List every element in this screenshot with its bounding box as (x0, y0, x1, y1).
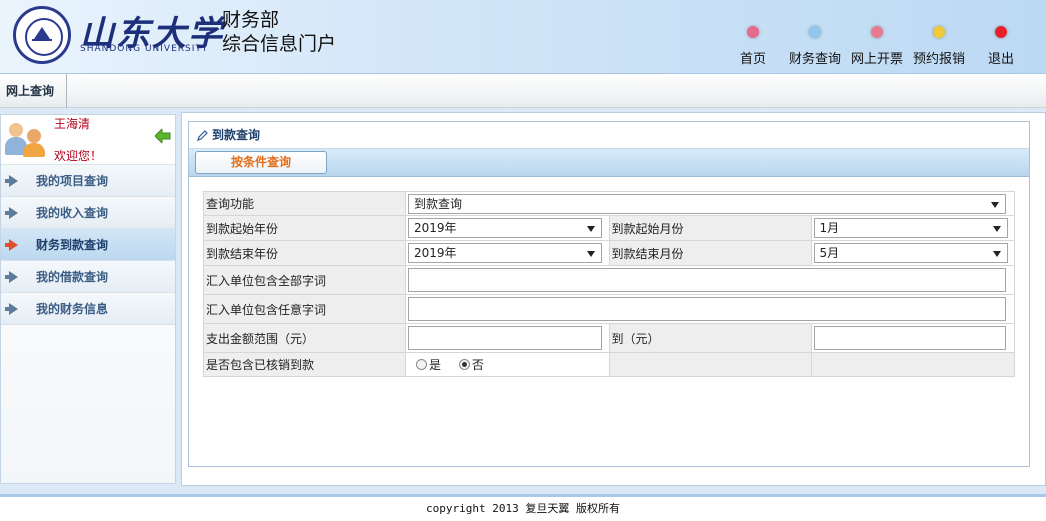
sidebar-item-label: 我的收入查询 (36, 206, 109, 220)
nav-dot-icon (933, 26, 945, 38)
nav-finance-query[interactable]: 财务查询 (784, 22, 846, 67)
start-year-select[interactable]: 2019年 (408, 218, 602, 238)
system-title: 财务部 综合信息门户 (222, 8, 336, 56)
panel-title-text: 到款查询 (212, 128, 261, 142)
nav-label: 网上开票 (850, 52, 903, 67)
radio-yes[interactable] (416, 359, 427, 370)
arrow-right-icon (5, 271, 18, 283)
amount-to-label: 到（元） (608, 323, 812, 353)
end-year-select[interactable]: 2019年 (408, 243, 602, 263)
top-navigation: 首页 财务查询 网上开票 预约报销 退出 (722, 22, 1032, 67)
all-keywords-label: 汇入单位包含全部字词 (203, 265, 406, 295)
panel-title: 到款查询 (189, 122, 1029, 149)
nav-label: 预约报销 (912, 52, 965, 67)
sidebar-item-label: 财务到款查询 (36, 238, 109, 252)
arrow-right-icon (5, 239, 18, 251)
end-year-label: 到款结束年份 (203, 240, 406, 266)
arrow-right-icon (5, 303, 18, 315)
nav-dot-icon (747, 26, 759, 38)
condition-bar: 按条件查询 (189, 149, 1029, 177)
radio-yes-label: 是 (429, 358, 442, 372)
sidebar-item-label: 我的借款查询 (36, 270, 109, 284)
select-value: 1月 (819, 221, 840, 235)
footer: copyright 2013 复旦天翼 版权所有 (0, 494, 1046, 521)
radio-no-label: 否 (471, 358, 484, 372)
caret-down-icon (587, 251, 595, 257)
caret-down-icon (992, 226, 1001, 232)
any-keywords-input[interactable] (408, 297, 1006, 321)
copyright-text: copyright 2013 复旦天翼 版权所有 (426, 502, 620, 515)
nav-dot-icon (871, 26, 883, 38)
tab-bar: 网上查询 (0, 74, 1046, 108)
header: 山东大学 SHANDONG UNIVERSITY 财务部 综合信息门户 首页 财… (0, 0, 1046, 74)
all-keywords-input[interactable] (408, 268, 1006, 292)
start-month-label: 到款起始月份 (608, 215, 812, 241)
amount-max-input[interactable] (813, 326, 1006, 350)
sidebar-item-project-query[interactable]: 我的项目查询 (1, 165, 175, 197)
pencil-icon (197, 130, 208, 141)
query-function-label: 查询功能 (203, 191, 406, 216)
nav-label: 财务查询 (788, 52, 841, 67)
query-panel: 到款查询 按条件查询 查询功能 到款查询 到款起始年份 2019年 到款起始月份… (188, 121, 1030, 467)
select-value: 5月 (819, 246, 840, 260)
select-value: 到款查询 (414, 196, 463, 211)
select-value: 2019年 (414, 246, 457, 260)
nav-reimbursement-booking[interactable]: 预约报销 (908, 22, 970, 67)
nav-label: 退出 (987, 52, 1014, 67)
arrow-right-icon (5, 207, 18, 219)
system-title-line1: 财务部 (222, 9, 280, 31)
caret-down-icon (587, 226, 595, 232)
query-function-select[interactable]: 到款查询 (408, 193, 1006, 214)
sidebar-item-finance-info[interactable]: 我的财务信息 (1, 293, 175, 325)
university-name-en: SHANDONG UNIVERSITY (80, 44, 209, 54)
system-title-line2: 综合信息门户 (222, 33, 337, 55)
users-avatar-icon (5, 121, 47, 157)
welcome-text: 欢迎您！ (54, 149, 103, 163)
user-name: 王海清 (54, 117, 91, 131)
caret-down-icon (991, 201, 999, 208)
sidebar: 王海清 欢迎您！ 我的项目查询 我的收入查询 财务到款查询 我的借款查询 我的财… (0, 114, 176, 484)
nav-label: 首页 (739, 52, 766, 67)
end-month-select[interactable]: 5月 (813, 243, 1008, 263)
tab-online-query[interactable]: 网上查询 (0, 74, 68, 108)
sidebar-item-payment-received-query[interactable]: 财务到款查询 (1, 229, 175, 261)
query-by-condition-button[interactable]: 按条件查询 (195, 151, 327, 174)
arrow-right-icon (5, 175, 18, 187)
arrow-left-icon[interactable] (155, 129, 171, 143)
sidebar-item-label: 我的项目查询 (36, 174, 109, 188)
sidebar-item-label: 我的财务信息 (36, 302, 109, 316)
nav-online-invoice[interactable]: 网上开票 (846, 22, 908, 67)
main-content: 到款查询 按条件查询 查询功能 到款查询 到款起始年份 2019年 到款起始月份… (181, 112, 1046, 486)
end-month-label: 到款结束月份 (608, 240, 812, 266)
nav-dot-icon (809, 26, 821, 38)
user-info: 王海清 欢迎您！ (1, 115, 175, 165)
include-written-off-label: 是否包含已核销到款 (203, 352, 406, 377)
any-keywords-label: 汇入单位包含任意字词 (203, 294, 406, 324)
start-year-label: 到款起始年份 (203, 215, 406, 241)
university-seal-logo (13, 6, 71, 64)
caret-down-icon (992, 251, 1001, 257)
radio-no[interactable] (458, 359, 470, 370)
amount-range-label: 支出金额范围（元） (203, 323, 406, 353)
select-value: 2019年 (414, 221, 457, 235)
sidebar-item-loan-query[interactable]: 我的借款查询 (1, 261, 175, 293)
start-month-select[interactable]: 1月 (813, 218, 1008, 238)
nav-home[interactable]: 首页 (722, 22, 784, 67)
nav-dot-icon (995, 26, 1007, 38)
amount-min-input[interactable] (408, 326, 602, 350)
nav-logout[interactable]: 退出 (970, 22, 1032, 67)
query-form: 查询功能 到款查询 到款起始年份 2019年 到款起始月份 1月 到款结束年份 … (203, 191, 1015, 377)
sidebar-item-income-query[interactable]: 我的收入查询 (1, 197, 175, 229)
